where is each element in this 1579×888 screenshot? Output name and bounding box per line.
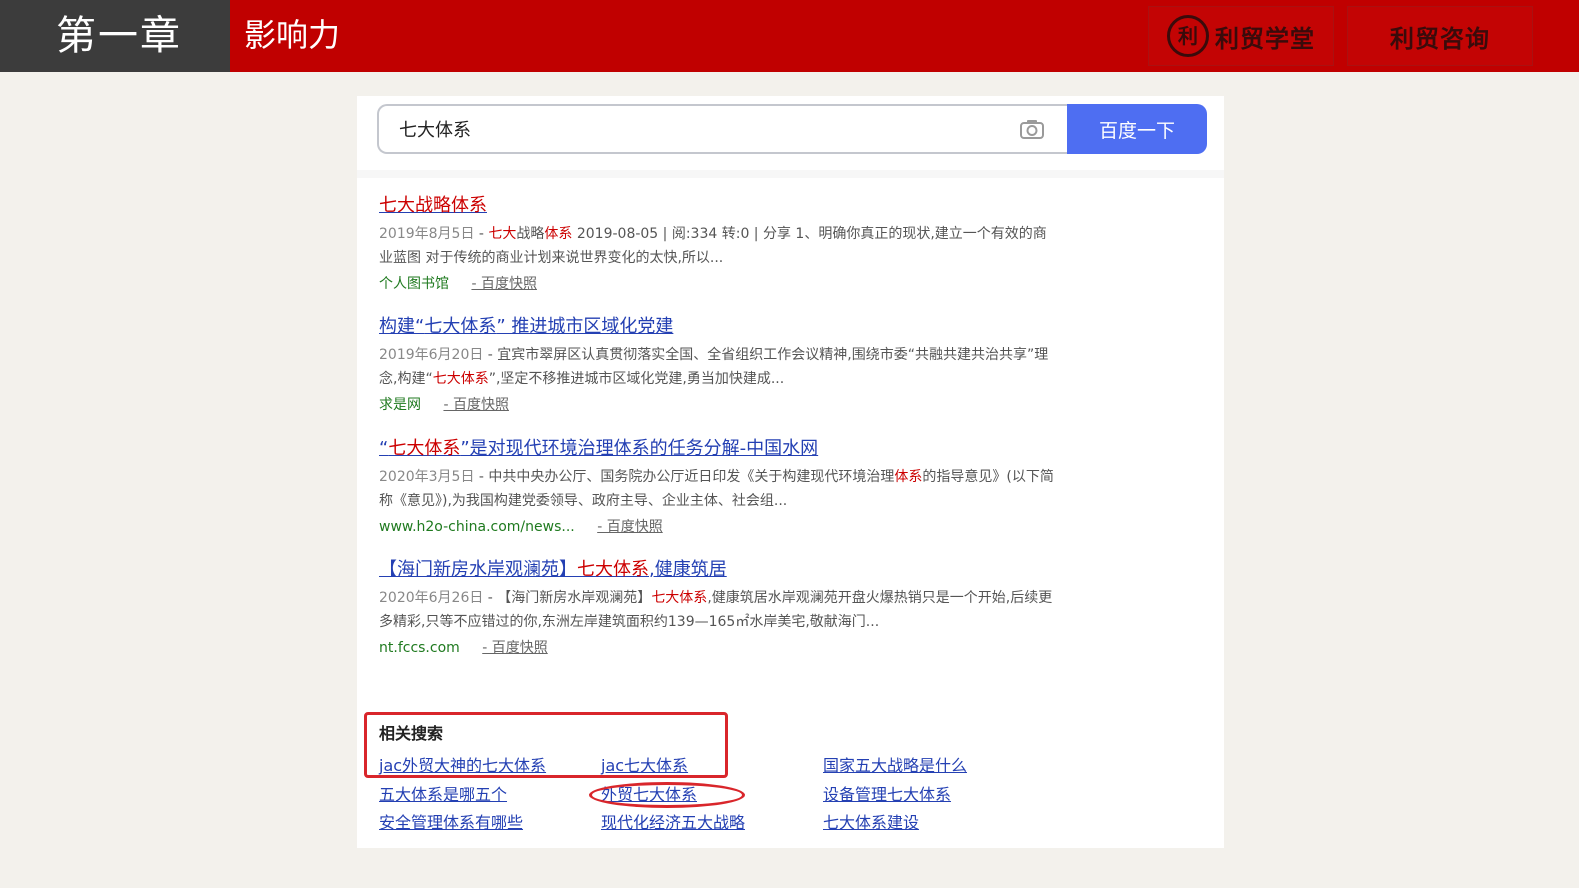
search-result: 【海门新房水岸观澜苑】七大体系,健康筑居 2020年6月26日 - 【海门新房水… (379, 558, 1059, 660)
related-link[interactable]: 安全管理体系有哪些 (379, 809, 523, 833)
related-link[interactable]: 设备管理七大体系 (823, 781, 951, 805)
result-snippet: 2019年6月20日 - 宜宾市翠屏区认真贯彻落实全国、全省组织工作会议精神,围… (379, 347, 1049, 387)
search-button[interactable]: 百度一下 (1067, 104, 1207, 154)
related-link[interactable]: 现代化经济五大战略 (601, 809, 745, 833)
logo1-text: 利贸学堂 (1215, 24, 1315, 53)
result-snippet: 2020年3月5日 - 中共中央办公厅、国务院办公厅近日印发《关于构建现代环境治… (379, 469, 1054, 509)
result-title-link[interactable]: 七大战略体系 (379, 194, 1059, 218)
search-results-card: 百度一下 七大战略体系 2019年8月5日 - 七大战略体系 2019-08-0… (357, 96, 1224, 848)
seal-icon: 利 (1167, 15, 1209, 57)
result-site: nt.fccs.com (379, 640, 460, 656)
result-source: 求是网 - 百度快照 (379, 393, 1059, 417)
annotation-oval (589, 782, 745, 808)
search-result: “七大体系”是对现代环境治理体系的任务分解-中国水网 2020年3月5日 - 中… (379, 437, 1059, 539)
related-link[interactable]: 国家五大战略是什么 (823, 752, 967, 776)
section-title: 影响力 (244, 16, 341, 54)
cache-link[interactable]: - 百度快照 (597, 519, 663, 535)
cache-link[interactable]: - 百度快照 (482, 640, 548, 656)
search-result: 构建“七大体系” 推进城市区域化党建 2019年6月20日 - 宜宾市翠屏区认真… (379, 315, 1059, 417)
result-site: www.h2o-china.com/news... (379, 519, 575, 535)
top-banner: 第一章 影响力 利 利贸学堂 利贸咨询 (0, 0, 1579, 72)
result-snippet: 2020年6月26日 - 【海门新房水岸观澜苑】七大体系,健康筑居水岸观澜苑开盘… (379, 590, 1053, 630)
result-source: www.h2o-china.com/news... - 百度快照 (379, 515, 1059, 539)
brand-logo-2: 利贸咨询 (1347, 6, 1533, 66)
result-site: 求是网 (379, 397, 421, 413)
related-link[interactable]: 七大体系建设 (823, 809, 919, 833)
cache-link[interactable]: - 百度快照 (443, 397, 509, 413)
related-link[interactable]: 五大体系是哪五个 (379, 781, 507, 805)
camera-icon[interactable] (1019, 118, 1045, 140)
search-input[interactable] (377, 104, 1067, 154)
result-title-link[interactable]: 构建“七大体系” 推进城市区域化党建 (379, 315, 1059, 339)
result-site: 个人图书馆 (379, 276, 449, 292)
result-title-link[interactable]: “七大体系”是对现代环境治理体系的任务分解-中国水网 (379, 437, 1059, 461)
result-source: 个人图书馆 - 百度快照 (379, 272, 1059, 296)
logo2-text: 利贸咨询 (1390, 24, 1490, 53)
cache-link[interactable]: - 百度快照 (471, 276, 537, 292)
brand-logo-1: 利 利贸学堂 (1148, 6, 1334, 66)
result-source: nt.fccs.com - 百度快照 (379, 636, 1059, 660)
result-title-link[interactable]: 【海门新房水岸观澜苑】七大体系,健康筑居 (379, 558, 1059, 582)
search-result: 七大战略体系 2019年8月5日 - 七大战略体系 2019-08-05 | 阅… (379, 194, 1059, 296)
search-bar: 百度一下 (377, 104, 1207, 154)
result-snippet: 2019年8月5日 - 七大战略体系 2019-08-05 | 阅:334 转:… (379, 226, 1047, 266)
divider (357, 170, 1224, 178)
chapter-label: 第一章 (0, 0, 230, 72)
annotation-box (364, 712, 728, 778)
